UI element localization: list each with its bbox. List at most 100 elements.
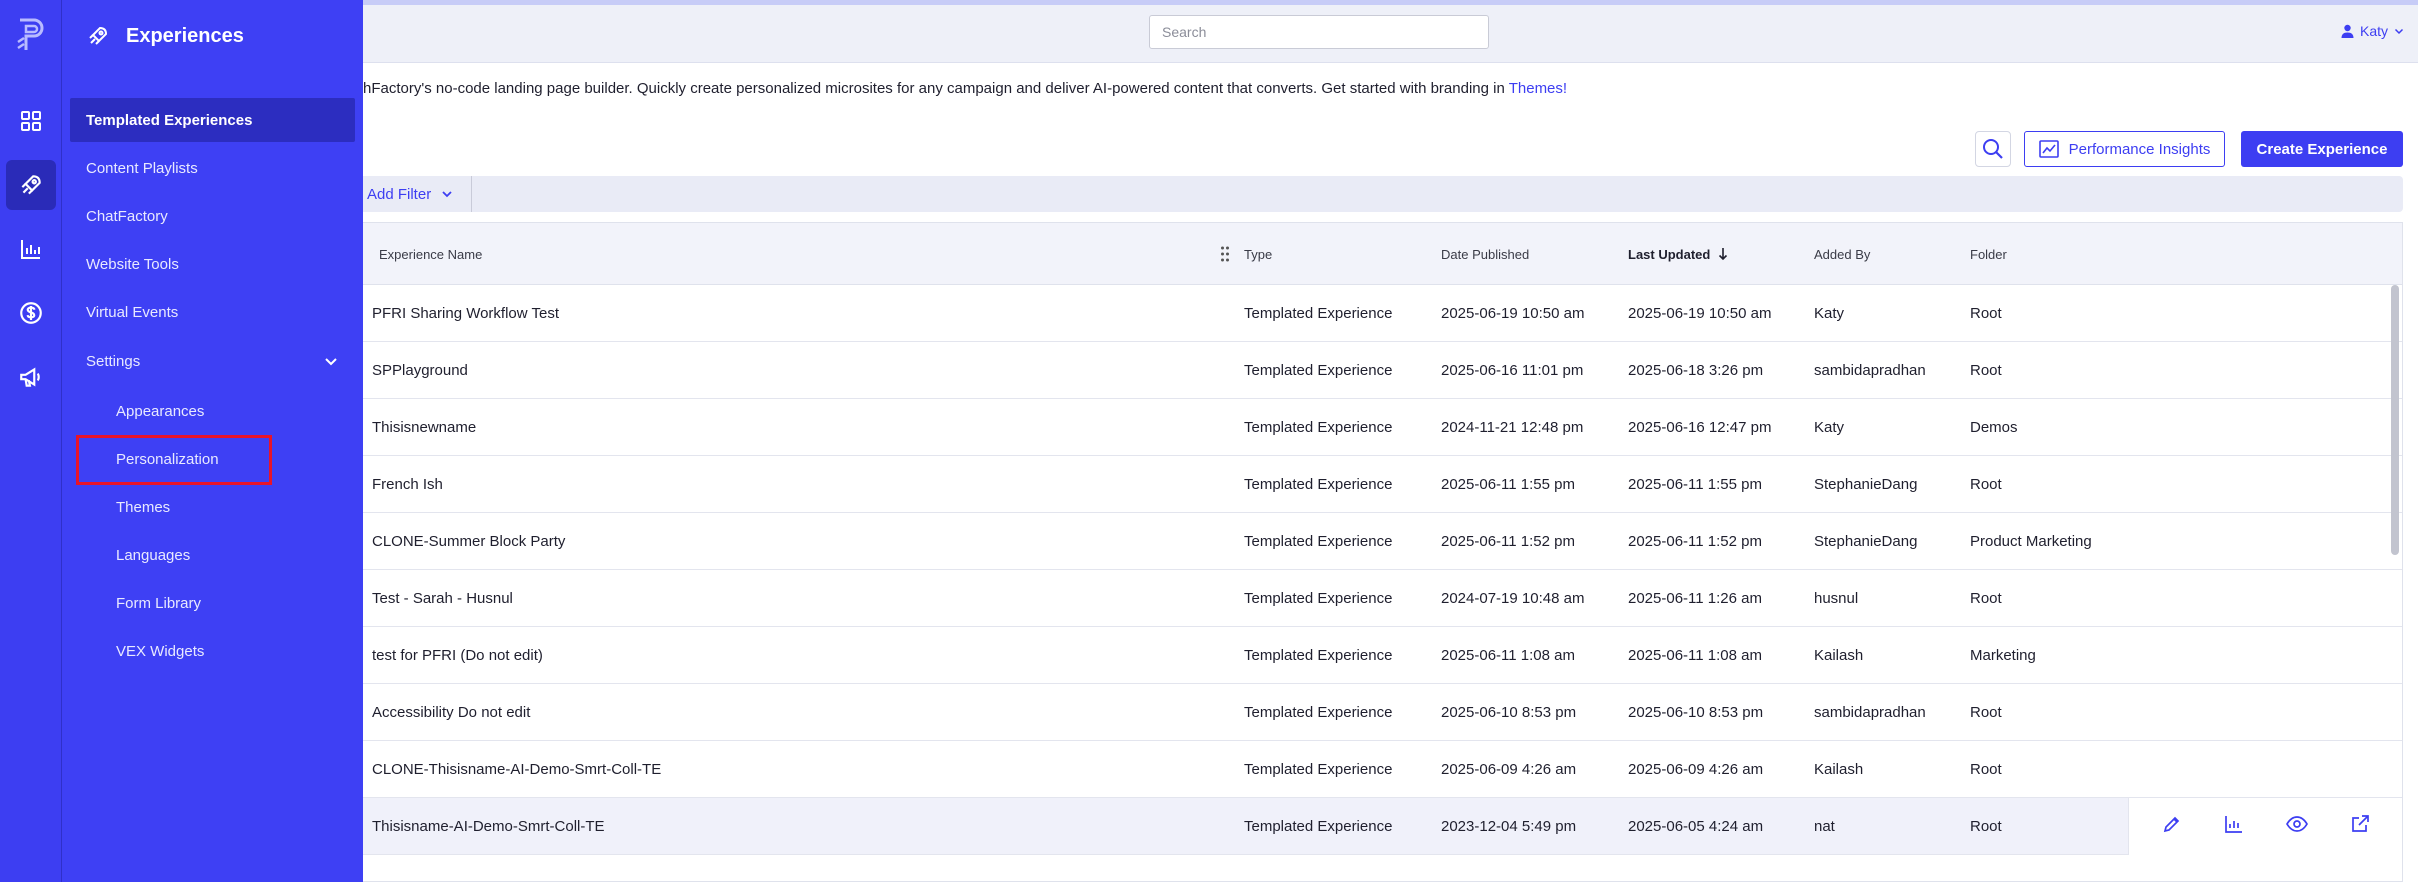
cell-type: Templated Experience — [1244, 362, 1393, 379]
table-row[interactable]: CLONE-Summer Block Party Templated Experi… — [363, 513, 2402, 570]
experiences-table: Experience Name Type Date Published Last… — [363, 222, 2403, 882]
share-icon[interactable] — [2350, 814, 2370, 839]
cell-type: Templated Experience — [1244, 476, 1393, 493]
sort-descending-icon — [1719, 248, 1728, 261]
search-table-button[interactable] — [1975, 131, 2011, 167]
cell-date-published: 2025-06-10 8:53 pm — [1441, 704, 1577, 721]
drag-handle-icon[interactable] — [1220, 245, 1230, 263]
edit-icon[interactable] — [2162, 814, 2182, 839]
cell-experience-name[interactable]: CLONE-Summer Block Party — [372, 513, 565, 570]
cell-type: Templated Experience — [1244, 704, 1393, 721]
nav-website-tools[interactable]: Website Tools — [70, 242, 355, 286]
table-row[interactable]: French Ish Templated Experience 2025-06-11… — [363, 456, 2402, 513]
trend-chart-icon — [2038, 140, 2059, 158]
dollar-icon[interactable] — [6, 288, 56, 338]
cell-last-updated: 2025-06-11 1:08 am — [1628, 647, 1762, 664]
table-row[interactable]: Accessibility Do not edit Templated Exper… — [363, 684, 2402, 741]
table-row[interactable]: Thisisname-AI-Demo-Smrt-Coll-TE Templated… — [363, 798, 2402, 855]
cell-added-by: Kailash — [1814, 761, 1864, 778]
app-logo-icon[interactable] — [12, 16, 48, 56]
table-scrollbar[interactable] — [2391, 285, 2399, 555]
page-description: hFactory's no-code landing page builder.… — [363, 80, 1567, 97]
cell-last-updated: 2025-06-09 4:26 am — [1628, 761, 1764, 778]
table-row[interactable]: PFRI Sharing Workflow Test Templated Expe… — [363, 285, 2402, 342]
cell-experience-name[interactable]: PFRI Sharing Workflow Test — [372, 285, 559, 342]
cell-experience-name[interactable]: Test - Sarah - Husnul — [372, 570, 513, 627]
cell-experience-name[interactable]: CLONE-Thisisname-AI-Demo-Smrt-Coll-TE — [372, 741, 661, 798]
panel-title: Experiences — [126, 24, 244, 47]
cell-added-by: StephanieDang — [1814, 476, 1918, 493]
create-experience-button[interactable]: Create Experience — [2241, 131, 2403, 167]
cell-type: Templated Experience — [1244, 818, 1393, 835]
nav-content-playlists[interactable]: Content Playlists — [70, 146, 355, 190]
rocket-icon[interactable] — [6, 160, 56, 210]
nav-chatfactory[interactable]: ChatFactory — [70, 194, 355, 238]
cell-folder: Root — [1970, 818, 2002, 835]
chevron-down-icon — [325, 358, 337, 366]
search-icon — [1983, 139, 2003, 159]
col-last-updated[interactable]: Last Updated — [1628, 223, 1728, 285]
table-row[interactable]: test for PFRI (Do not edit) Templated Exp… — [363, 627, 2402, 684]
description-text: hFactory's no-code landing page builder.… — [363, 80, 1509, 97]
cell-date-published: 2025-06-16 11:01 pm — [1441, 362, 1584, 379]
cell-type: Templated Experience — [1244, 305, 1393, 322]
cell-experience-name[interactable]: Accessibility Do not edit — [372, 684, 530, 741]
table-row[interactable]: Test - Sarah - Husnul Templated Experienc… — [363, 570, 2402, 627]
cell-type: Templated Experience — [1244, 533, 1393, 550]
analytics-icon[interactable] — [6, 224, 56, 274]
nav-settings[interactable]: Settings — [70, 339, 355, 383]
col-folder[interactable]: Folder — [1970, 223, 2007, 285]
col-added-by[interactable]: Added By — [1814, 223, 1870, 285]
cell-experience-name[interactable]: Thisisnewname — [372, 399, 476, 456]
cell-experience-name[interactable]: French Ish — [372, 456, 443, 513]
nav-virtual-events[interactable]: Virtual Events — [70, 290, 355, 334]
cell-added-by: Katy — [1814, 305, 1845, 322]
col-date-published[interactable]: Date Published — [1441, 223, 1529, 285]
nav-themes[interactable]: Themes — [116, 487, 170, 527]
table-header: Experience Name Type Date Published Last… — [363, 223, 2402, 285]
cell-date-published: 2025-06-09 4:26 am — [1441, 761, 1577, 778]
cell-added-by: StephanieDang — [1814, 533, 1918, 550]
cell-added-by: sambidapradhan — [1814, 362, 1926, 379]
panel-header: Experiences — [86, 20, 244, 52]
nav-vex-widgets[interactable]: VEX Widgets — [116, 631, 204, 671]
cell-type: Templated Experience — [1244, 761, 1393, 778]
cell-type: Templated Experience — [1244, 590, 1393, 607]
cell-added-by: sambidapradhan — [1814, 704, 1926, 721]
cell-last-updated: 2025-06-11 1:55 pm — [1628, 476, 1762, 493]
analytics-icon[interactable] — [2224, 814, 2244, 839]
user-name: Katy — [2359, 23, 2388, 39]
search-input[interactable] — [1149, 15, 1489, 49]
preview-icon[interactable] — [2286, 814, 2308, 839]
col-experience-name[interactable]: Experience Name — [379, 223, 482, 285]
cell-added-by: Kailash — [1814, 647, 1864, 664]
rocket-icon — [89, 26, 108, 45]
cell-experience-name[interactable]: Thisisname-AI-Demo-Smrt-Coll-TE — [372, 798, 605, 855]
cell-folder: Root — [1970, 704, 2002, 721]
nav-settings-label: Settings — [86, 352, 141, 370]
user-menu[interactable]: Katy — [2341, 23, 2404, 39]
nav-form-library[interactable]: Form Library — [116, 583, 201, 623]
nav-appearances[interactable]: Appearances — [116, 391, 204, 431]
performance-insights-button[interactable]: Performance Insights — [2024, 131, 2225, 167]
chevron-down-icon — [2394, 28, 2404, 35]
cell-experience-name[interactable]: SPPlayground — [372, 342, 468, 399]
nav-languages[interactable]: Languages — [116, 535, 190, 575]
add-filter-button[interactable]: Add Filter — [367, 176, 473, 212]
performance-insights-label: Performance Insights — [2068, 140, 2211, 158]
cell-experience-name[interactable]: test for PFRI (Do not edit) — [372, 627, 543, 684]
cell-added-by: husnul — [1814, 590, 1859, 607]
table-row[interactable]: CLONE-Thisisname-AI-Demo-Smrt-Coll-TE Tem… — [363, 741, 2402, 798]
megaphone-icon[interactable] — [6, 352, 56, 402]
chevron-down-icon — [442, 191, 452, 198]
cell-last-updated: 2025-06-19 10:50 am — [1628, 305, 1772, 322]
nav-templated-experiences[interactable]: Templated Experiences — [70, 98, 355, 142]
table-row[interactable]: SPPlayground Templated Experience 2025-06-… — [363, 342, 2402, 399]
col-type[interactable]: Type — [1244, 223, 1272, 285]
user-icon — [2341, 24, 2354, 38]
dashboard-icon[interactable] — [6, 96, 56, 146]
themes-link[interactable]: Themes! — [1509, 80, 1567, 97]
table-row[interactable]: Thisisnewname Templated Experience 2024-11… — [363, 399, 2402, 456]
cell-folder: Product Marketing — [1970, 533, 2092, 550]
icon-rail — [0, 0, 62, 882]
